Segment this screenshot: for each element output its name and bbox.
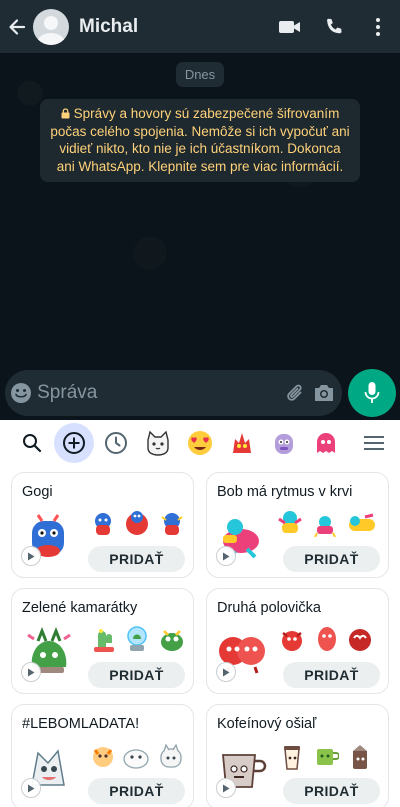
play-icon[interactable] (21, 662, 41, 682)
sticker-pack-card[interactable]: Gogi PRIDAŤ (11, 472, 194, 578)
sticker-pack-card[interactable]: #LEBOMLADATA! PRIDAŤ (11, 704, 194, 807)
phone-icon[interactable] (312, 0, 356, 53)
sticker-preview (349, 629, 371, 651)
sticker-preview (317, 749, 339, 765)
back-arrow-icon[interactable] (2, 0, 32, 53)
chat-header: Michal (0, 0, 400, 53)
add-pack-button[interactable]: PRIDAŤ (283, 778, 380, 804)
sticker-preview (282, 631, 302, 651)
message-input[interactable] (37, 370, 283, 416)
sticker-pack-cat[interactable] (138, 423, 178, 463)
mic-button[interactable] (348, 369, 396, 417)
emoji-icon[interactable] (5, 370, 37, 416)
search-icon[interactable] (12, 423, 52, 463)
sticker-preview (126, 511, 148, 535)
add-pack-button[interactable]: PRIDAŤ (283, 546, 380, 572)
sticker-preview (95, 513, 111, 535)
add-pack-button[interactable]: PRIDAŤ (88, 546, 185, 572)
sticker-preview (160, 743, 182, 768)
sticker-preview (349, 513, 375, 531)
play-icon[interactable] (216, 662, 236, 682)
sticker-preview (284, 746, 300, 770)
sticker-pack-title: Gogi (22, 484, 53, 500)
sticker-preview (161, 630, 183, 651)
sticker-preview (93, 747, 113, 767)
sticker-pack-purple-friend[interactable] (264, 423, 304, 463)
sticker-pack-title: Zelené kamarátky (22, 600, 138, 616)
camera-icon[interactable] (310, 370, 338, 416)
chat-area: Dnes Správy a hovory sú zabezpečené šifr… (0, 53, 400, 420)
sticker-pack-card[interactable]: Druhá polovička PRIDAŤ (206, 588, 389, 694)
sticker-pack-card[interactable]: Bob má rytmus v krvi PRIDAŤ (206, 472, 389, 578)
play-icon[interactable] (21, 546, 41, 566)
add-stickers-icon[interactable] (54, 423, 94, 463)
play-icon[interactable] (216, 546, 236, 566)
lock-icon (61, 108, 70, 119)
more-options-icon[interactable] (356, 0, 400, 53)
avatar[interactable] (33, 8, 69, 45)
sticker-preview (161, 513, 183, 535)
sticker-preview (314, 516, 336, 537)
play-icon[interactable] (21, 778, 41, 798)
sticker-pack-title: #LEBOMLADATA! (22, 716, 140, 732)
sticker-pack-card[interactable]: Kofeínový ošiaľ PRIDAŤ (206, 704, 389, 807)
sticker-pack-title: Kofeínový ošiaľ (217, 716, 317, 732)
sticker-preview (127, 626, 147, 651)
add-pack-button[interactable]: PRIDAŤ (88, 778, 185, 804)
sticker-preview (353, 745, 367, 769)
sticker-toolbar (0, 420, 400, 466)
add-pack-button[interactable]: PRIDAŤ (283, 662, 380, 688)
compose-bar (5, 370, 342, 416)
encryption-notice[interactable]: Správy a hovory sú zabezpečené šifrovaní… (40, 99, 360, 182)
sticker-pack-pink-ghost[interactable] (306, 423, 346, 463)
sticker-pack-card[interactable]: Zelené kamarátky PRIDAŤ (11, 588, 194, 694)
recent-icon[interactable] (96, 423, 136, 463)
add-pack-button[interactable]: PRIDAŤ (88, 662, 185, 688)
sticker-pack-title: Druhá polovička (217, 600, 321, 616)
play-icon[interactable] (216, 778, 236, 798)
encryption-notice-text: Správy a hovory sú zabezpečené šifrovaní… (50, 106, 350, 174)
mic-icon (364, 382, 380, 403)
sticker-panel: Gogi PRIDAŤ Bob má rytmus v krvi PRIDAŤ … (0, 420, 400, 807)
contact-name[interactable]: Michal (79, 16, 268, 38)
sticker-preview (278, 511, 302, 533)
sticker-preview (123, 749, 149, 769)
sticker-pack-title: Bob má rytmus v krvi (217, 484, 353, 500)
date-chip: Dnes (176, 62, 224, 87)
sticker-preview (94, 629, 114, 652)
sticker-pack-grid: Gogi PRIDAŤ Bob má rytmus v krvi PRIDAŤ … (11, 472, 389, 807)
sticker-pack-red-beast[interactable] (222, 423, 262, 463)
sticker-pack-heart-eyes[interactable] (180, 423, 220, 463)
video-call-icon[interactable] (268, 0, 312, 53)
menu-icon[interactable] (354, 423, 394, 463)
sticker-preview (318, 627, 336, 651)
attach-icon[interactable] (282, 370, 310, 416)
